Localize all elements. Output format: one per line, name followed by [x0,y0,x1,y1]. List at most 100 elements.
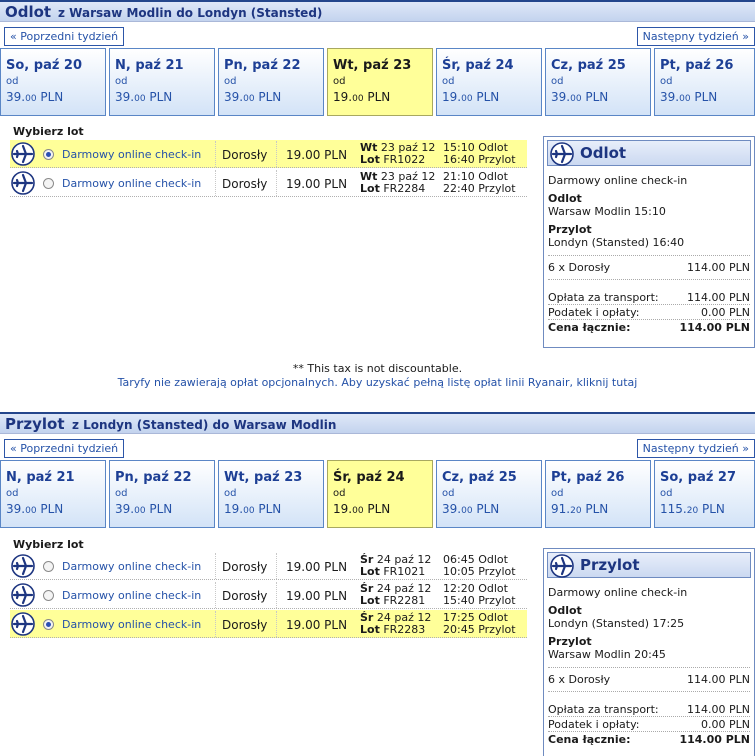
outbound-day-tab-1[interactable]: N, paź 21 od 39.00 PLN [109,48,215,116]
plane-icon [550,142,574,166]
day-from: od [442,76,455,87]
day-price: 39.00 PLN [6,90,64,104]
flight-price: 19.00 PLN [286,560,348,574]
summary-arr-value: Warsaw Modlin 20:45 [548,648,666,661]
return-flight-row[interactable]: Darmowy online check-in Dorosły 19.00 PL… [10,581,527,609]
flight-times: 15:10 Odlot 16:40 Przylot [443,141,516,166]
flight-radio[interactable] [43,561,54,572]
summary-dep-value: Londyn (Stansted) 17:25 [548,617,685,630]
day-from: od [442,488,455,499]
summary-checkin: Darmowy online check-in [548,586,688,599]
summary-arr-label: Przylot [548,635,592,648]
plane-icon [11,171,35,195]
outbound-flight-row[interactable]: Darmowy online check-in Dorosły 19.00 PL… [10,169,527,197]
outbound-prev-week-button[interactable]: « Poprzedni tydzień [4,27,125,46]
fees-link[interactable]: Taryfy nie zawierają opłat opcjonalnych.… [0,376,755,389]
flight-price: 19.00 PLN [286,589,348,603]
day-label: Pn, paź 22 [224,58,301,73]
flight-times: 21:10 Odlot 22:40 Przylot [443,170,516,195]
return-day-tab-1[interactable]: Pn, paź 22 od 39.00 PLN [109,460,215,528]
return-flight-row[interactable]: Darmowy online check-in Dorosły 19.00 PL… [10,552,527,580]
checkin-link[interactable]: Darmowy online check-in [62,148,201,161]
checkin-link[interactable]: Darmowy online check-in [62,560,201,573]
summary-header: Przylot [547,552,751,578]
flight-times: 17:25 Odlot 20:45 Przylot [443,611,516,636]
summary-title: Odlot [580,144,627,162]
return-flight-row[interactable]: Darmowy online check-in Dorosły 19.00 PL… [10,610,527,638]
day-label: Wt, paź 23 [224,470,303,485]
day-price: 39.00 PLN [224,90,282,104]
checkin-link[interactable]: Darmowy online check-in [62,589,201,602]
day-from: od [6,76,19,87]
day-price: 39.00 PLN [6,502,64,516]
flight-times: 12:20 Odlot 15:40 Przylot [443,582,516,607]
day-price: 39.00 PLN [660,90,718,104]
outbound-day-tab-5[interactable]: Cz, paź 25 od 39.00 PLN [545,48,651,116]
day-from: od [333,488,346,499]
day-label: Śr, paź 24 [442,58,514,73]
day-from: od [224,488,237,499]
summary-total-value: 114.00 PLN [679,733,750,746]
summary-dep-value: Warsaw Modlin 15:10 [548,205,666,218]
day-label: Śr, paź 24 [333,470,405,485]
return-day-tab-6[interactable]: So, paź 27 od 115.20 PLN [654,460,755,528]
outbound-next-week-button[interactable]: Następny tydzień » [636,27,755,46]
tax-note: ** This tax is not discountable. [292,362,463,375]
summary-pax-value: 114.00 PLN [687,673,750,686]
plane-icon [11,142,35,166]
flight-radio[interactable] [43,619,54,630]
day-price: 39.00 PLN [551,90,609,104]
summary-tax-value: 0.00 PLN [701,306,750,319]
flight-radio[interactable] [43,590,54,601]
flight-radio[interactable] [43,178,54,189]
flight-radio[interactable] [43,149,54,160]
summary-dep-label: Odlot [548,604,582,617]
return-day-tab-2[interactable]: Wt, paź 23 od 19.00 PLN [218,460,324,528]
return-route: z Londyn (Stansted) do Warsaw Modlin [72,418,337,432]
return-day-tab-3[interactable]: Śr, paź 24 od 19.00 PLN [327,460,433,528]
outbound-flight-row[interactable]: Darmowy online check-in Dorosły 19.00 PL… [10,140,527,168]
outbound-day-tab-6[interactable]: Pt, paź 26 od 39.00 PLN [654,48,755,116]
summary-total-label: Cena łącznie: [548,321,631,334]
return-prev-week-button[interactable]: « Poprzedni tydzień [4,439,125,458]
day-label: Cz, paź 25 [551,58,626,73]
day-label: Wt, paź 23 [333,58,412,73]
return-day-tab-5[interactable]: Pt, paź 26 od 91.20 PLN [545,460,651,528]
return-day-tab-4[interactable]: Cz, paź 25 od 39.00 PLN [436,460,542,528]
summary-pax-label: 6 x Dorosły [548,261,611,274]
summary-total-value: 114.00 PLN [679,321,750,334]
summary-dep-label: Odlot [548,192,582,205]
summary-transport-value: 114.00 PLN [687,703,750,716]
day-from: od [551,488,564,499]
outbound-summary-box: Odlot Darmowy online check-in Odlot Wars… [543,136,755,348]
passenger-type: Dorosły [222,589,268,603]
return-day-tab-0[interactable]: N, paź 21 od 39.00 PLN [0,460,106,528]
summary-tax-label: Podatek i opłaty: [548,306,640,319]
outbound-day-tab-3[interactable]: Wt, paź 23 od 19.00 PLN [327,48,433,116]
day-label: Pt, paź 26 [660,58,734,73]
day-label: N, paź 21 [115,58,184,73]
day-price: 19.00 PLN [442,90,500,104]
return-choose-label: Wybierz lot [13,538,84,551]
plane-icon [550,554,574,578]
summary-title: Przylot [580,556,640,574]
day-label: Cz, paź 25 [442,470,517,485]
plane-icon [11,554,35,578]
day-price: 91.20 PLN [551,502,609,516]
day-from: od [333,76,346,87]
return-day-tabs: N, paź 21 od 39.00 PLN Pn, paź 22 od 39.… [0,460,755,528]
outbound-day-tab-0[interactable]: So, paź 20 od 39.00 PLN [0,48,106,116]
outbound-day-tab-4[interactable]: Śr, paź 24 od 19.00 PLN [436,48,542,116]
summary-total-label: Cena łącznie: [548,733,631,746]
outbound-day-tab-2[interactable]: Pn, paź 22 od 39.00 PLN [218,48,324,116]
day-from: od [115,76,128,87]
checkin-link[interactable]: Darmowy online check-in [62,177,201,190]
summary-transport-value: 114.00 PLN [687,291,750,304]
day-price: 39.00 PLN [115,502,173,516]
return-next-week-button[interactable]: Następny tydzień » [636,439,755,458]
checkin-link[interactable]: Darmowy online check-in [62,618,201,631]
summary-tax-label: Podatek i opłaty: [548,718,640,731]
plane-icon [11,612,35,636]
summary-transport-label: Opłata za transport: [548,291,659,304]
flight-times: 06:45 Odlot 10:05 Przylot [443,553,516,578]
